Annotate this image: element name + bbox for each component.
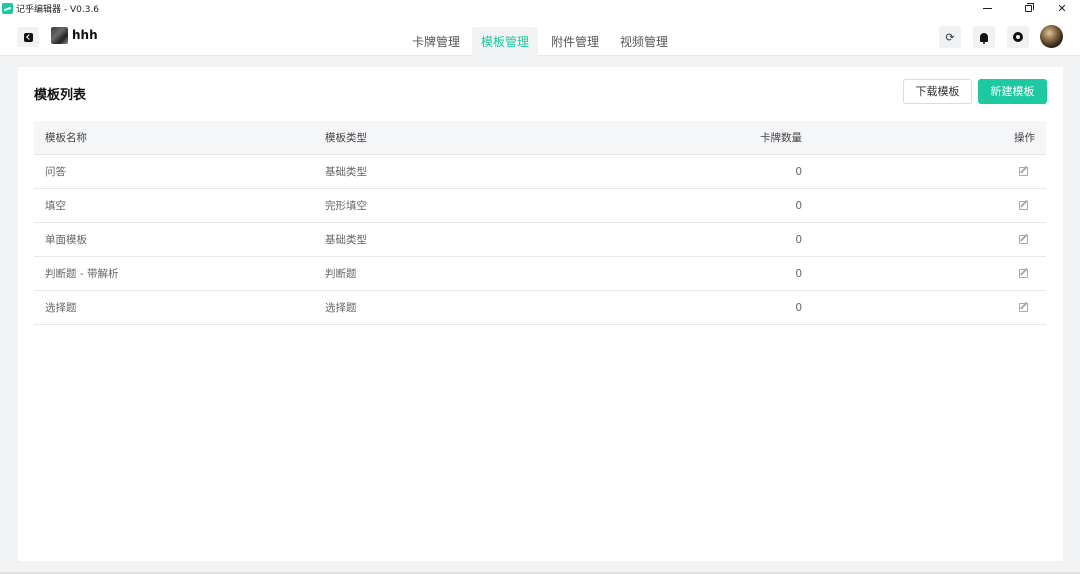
edit-icon[interactable]: [1019, 201, 1028, 210]
refresh-icon: ⟳: [945, 30, 955, 44]
column-header-count: 卡牌数量: [760, 132, 802, 144]
minimize-button[interactable]: [970, 0, 1004, 17]
edit-icon[interactable]: [1019, 235, 1028, 244]
window-titlebar: 记乎编辑器 - V0.3.6 ✕: [0, 0, 1080, 17]
template-name: 选择题: [45, 302, 77, 314]
restore-icon: [1024, 3, 1034, 12]
template-name: 填空: [45, 200, 66, 212]
settings-button[interactable]: [1007, 26, 1029, 48]
table-row: 单面模板 基础类型 0: [34, 223, 1046, 257]
template-type: 完形填空: [325, 200, 367, 212]
template-table: 模板名称 模板类型 卡牌数量 操作 问答 基础类型 0 填空 完形填空 0 单面…: [34, 121, 1046, 325]
card-count: 0: [795, 268, 802, 280]
column-header-op: 操作: [1014, 132, 1035, 144]
tab-video-management[interactable]: 视频管理: [614, 27, 674, 56]
close-icon: ✕: [1057, 2, 1067, 15]
restore-button[interactable]: [1011, 0, 1045, 17]
template-name: 单面模板: [45, 234, 87, 246]
column-header-type: 模板类型: [325, 132, 367, 144]
bell-icon: [980, 32, 988, 44]
notification-button[interactable]: [973, 26, 995, 48]
table-row: 问答 基础类型 0: [34, 155, 1046, 189]
tab-template-management[interactable]: 模板管理: [472, 27, 538, 56]
card-count: 0: [795, 302, 802, 314]
app-header: hhh 卡牌管理 模板管理 附件管理 视频管理 ⟳: [0, 17, 1080, 56]
table-row: 填空 完形填空 0: [34, 189, 1046, 223]
download-template-button[interactable]: 下载模板: [903, 79, 972, 104]
template-type: 选择题: [325, 302, 357, 314]
template-type: 基础类型: [325, 166, 367, 178]
card-count: 0: [795, 234, 802, 246]
edit-icon[interactable]: [1019, 269, 1028, 278]
column-header-name: 模板名称: [45, 132, 87, 144]
template-type: 判断题: [325, 268, 357, 280]
back-button[interactable]: [17, 27, 39, 47]
refresh-button[interactable]: ⟳: [939, 26, 961, 48]
tab-attachment-management[interactable]: 附件管理: [545, 27, 605, 56]
back-icon: [23, 32, 33, 42]
template-name: 判断题 - 带解析: [45, 268, 119, 280]
table-row: 判断题 - 带解析 判断题 0: [34, 257, 1046, 291]
card-count: 0: [795, 166, 802, 178]
template-list-card: 模板列表 下载模板 新建模板 模板名称 模板类型 卡牌数量 操作 问答 基础类型…: [18, 67, 1063, 561]
close-button[interactable]: ✕: [1045, 0, 1079, 17]
table-header-row: 模板名称 模板类型 卡牌数量 操作: [34, 121, 1046, 155]
minimize-icon: [982, 8, 992, 9]
gear-icon: [1013, 32, 1023, 42]
deck-name: hhh: [72, 28, 98, 42]
template-type: 基础类型: [325, 234, 367, 246]
edit-icon[interactable]: [1019, 303, 1028, 312]
template-name: 问答: [45, 166, 66, 178]
page-title: 模板列表: [34, 88, 87, 103]
app-logo-icon: [2, 3, 13, 14]
deck-thumbnail: [51, 27, 68, 44]
card-count: 0: [795, 200, 802, 212]
table-row: 选择题 选择题 0: [34, 291, 1046, 325]
app-title: 记乎编辑器 - V0.3.6: [16, 5, 100, 15]
avatar[interactable]: [1040, 25, 1063, 48]
edit-icon[interactable]: [1019, 167, 1028, 176]
tab-card-management[interactable]: 卡牌管理: [406, 27, 466, 56]
new-template-button[interactable]: 新建模板: [978, 79, 1047, 104]
